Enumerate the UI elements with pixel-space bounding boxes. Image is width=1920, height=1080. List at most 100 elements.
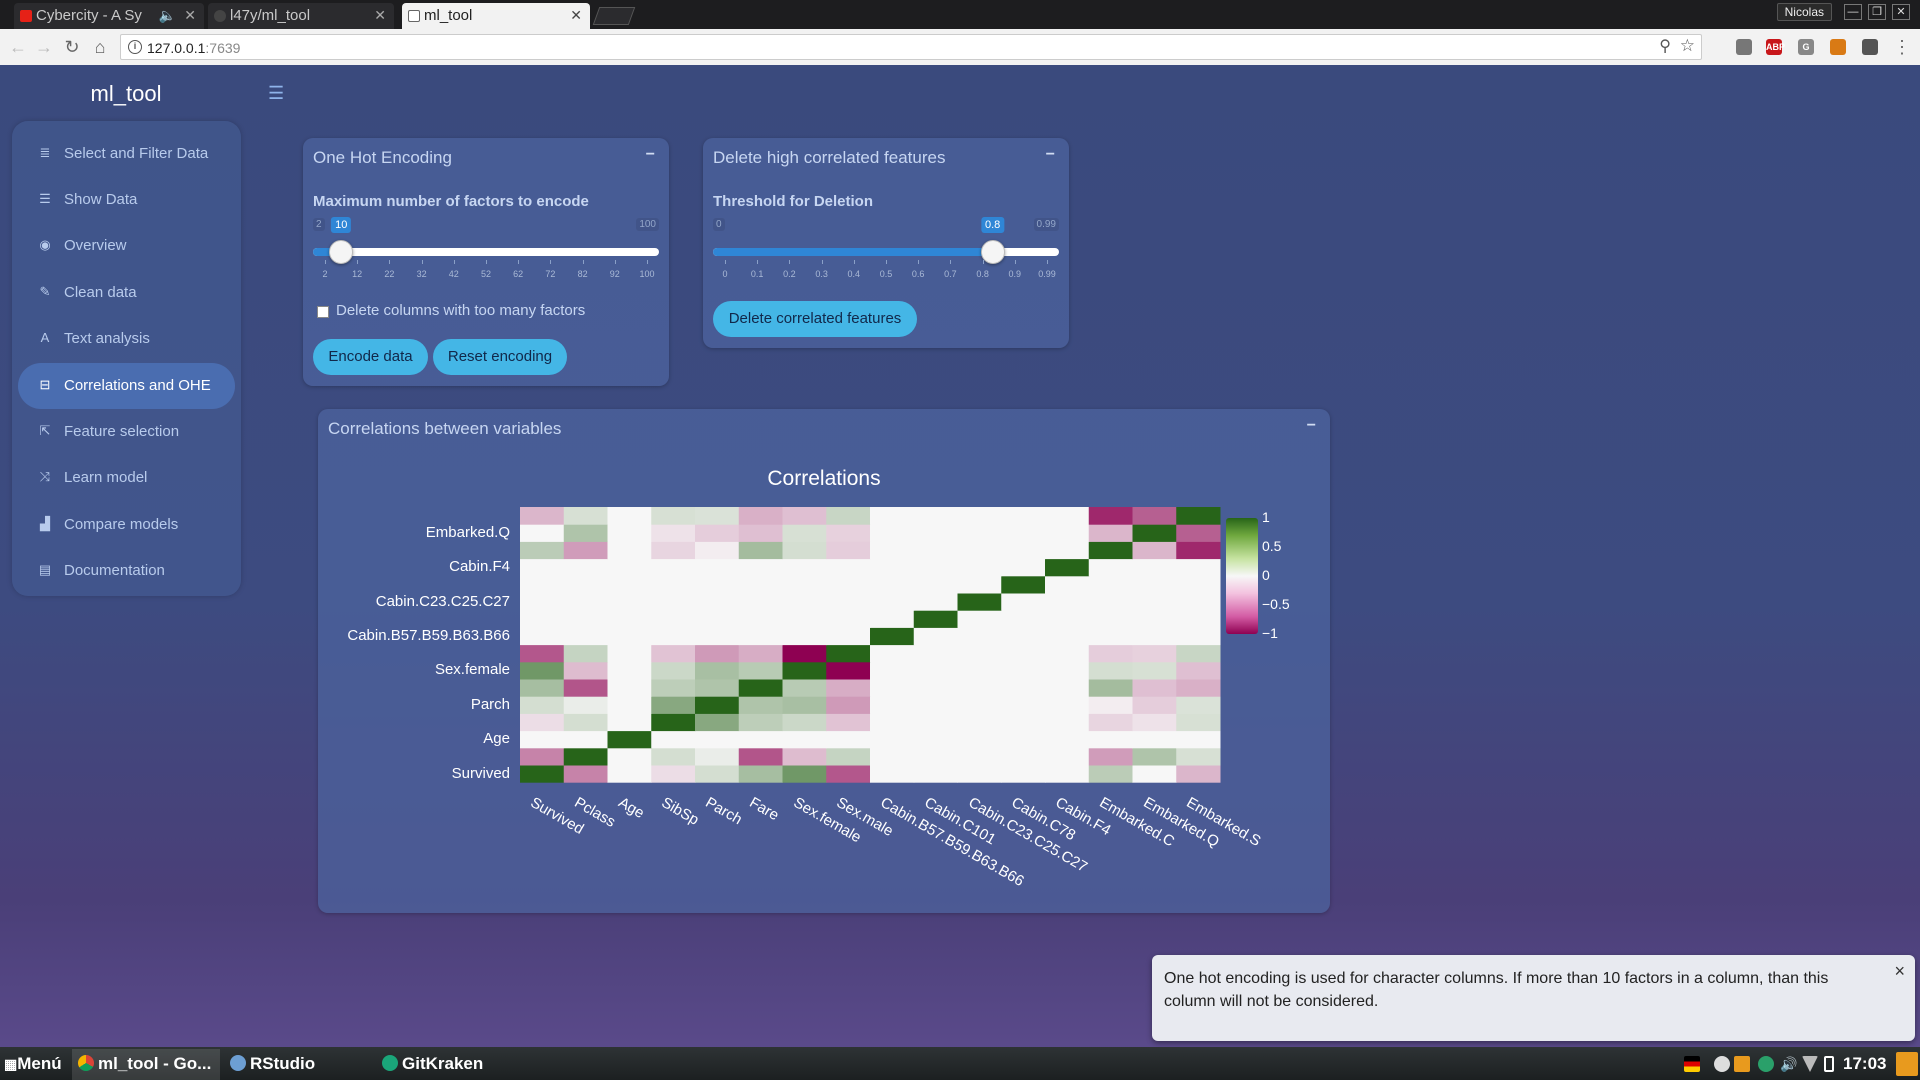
tab-youtube[interactable]: Cybercity - A Sy 🔈 ✕ [14,3,204,29]
heatmap-cell [738,558,783,577]
collapse-icon[interactable]: − [1046,146,1055,164]
heatmap-cell [1045,644,1090,663]
slider-handle[interactable] [329,240,354,264]
close-tab-icon[interactable]: ✕ [184,7,196,24]
y-tick-label: Parch [470,695,510,713]
heatmap-cell [870,524,915,542]
new-tab-button[interactable] [592,7,636,25]
keyboard-layout-flag-icon[interactable] [1684,1056,1700,1072]
sidebar-item-learn-model[interactable]: ⤨ Learn model [18,455,235,501]
slider-handle[interactable] [980,240,1005,264]
address-bar[interactable]: i 127.0.0.1:7639 ⚲ ☆ [120,34,1702,60]
heatmap-cell [695,730,740,749]
volume-icon[interactable]: 🔊 [1780,1056,1797,1072]
wifi-icon[interactable] [1802,1056,1818,1072]
heatmap-cell [1088,696,1133,714]
heatmap-cell [607,575,652,594]
extension-home-icon[interactable] [1862,39,1878,55]
heatmap-cell [782,627,827,646]
delete-correlated-panel: Delete high correlated features − Thresh… [703,138,1069,348]
heatmap-cell [607,524,652,542]
adblock-icon[interactable]: ABP [1766,39,1785,55]
sidebar-item-overview[interactable]: ◉ Overview [18,223,235,269]
browser-menu-icon[interactable]: ⋮ [1890,35,1914,59]
heatmap-cell [607,644,652,663]
heatmap-cell [957,747,1002,766]
extension-orange-icon[interactable] [1830,39,1846,55]
back-icon[interactable]: ← [6,35,30,59]
info-icon[interactable]: i [128,40,142,54]
slider-tick-label: 32 [416,269,427,279]
restore-button[interactable]: ❐ [1868,4,1886,20]
heatmap-cell [870,765,915,783]
tab-github[interactable]: l47y/ml_tool ✕ [208,3,394,29]
close-tab-icon[interactable]: ✕ [570,7,582,24]
heatmap-cell [1045,575,1090,594]
heatmap-cell [1045,679,1090,697]
heatmap-cell [1088,713,1133,732]
taskbar-chrome[interactable]: ml_tool - Go... [78,1054,211,1074]
heatmap-cell [957,644,1002,663]
rstudio-icon [230,1055,246,1071]
taskbar-gitkraken[interactable]: GitKraken [382,1054,483,1074]
heatmap-cell [563,644,608,663]
delete-correlated-button[interactable]: Delete correlated features [713,301,917,337]
heatmap-cell [870,730,915,749]
slider-tick-label: 0.7 [944,269,957,279]
panel-title: Delete high correlated features [713,148,946,167]
sidebar-item-documentation[interactable]: ▤ Documentation [18,548,235,594]
encode-data-button[interactable]: Encode data [313,339,428,375]
sidebar-toggle-icon[interactable]: ☰ [268,83,284,104]
heatmap-cell [563,679,608,697]
slider-tick-mark [789,260,791,264]
bluetooth-icon[interactable] [1758,1056,1774,1072]
heatmap-cell [1001,610,1046,628]
taskbar-rstudio[interactable]: RStudio [230,1054,315,1074]
heatmap-cell [651,696,696,714]
battery-icon[interactable] [1824,1056,1834,1072]
heatmap-cell [651,558,696,577]
menu-icon: ▦ [4,1056,18,1072]
sidebar-item-correlations-ohe[interactable]: ⊟ Correlations and OHE [18,363,235,409]
minimize-button[interactable]: — [1844,4,1862,20]
sidebar-item-clean-data[interactable]: ✎ Clean data [18,270,235,316]
threshold-slider[interactable] [713,240,1059,264]
slider-tick-label: 0.5 [879,269,893,279]
sidebar-item-text-analysis[interactable]: A Text analysis [18,316,235,362]
tab-ml-tool[interactable]: ml_tool ✕ [402,3,590,29]
delete-columns-checkbox[interactable] [317,306,329,318]
slider-max-label: 0.99 [1033,218,1059,231]
notifications-tray-icon[interactable] [1896,1052,1918,1076]
notification-text: One hot encoding is used for character c… [1164,970,1829,1010]
reload-icon[interactable]: ↻ [60,35,84,59]
factors-slider[interactable] [313,240,659,264]
heatmap-cell [957,558,1002,577]
sidebar-item-compare-models[interactable]: ▟ Compare models [18,502,235,548]
collapse-icon[interactable]: − [646,146,655,164]
heatmap-cell [1176,730,1221,749]
home-icon[interactable]: ⌂ [88,35,112,59]
shield-icon[interactable] [1734,1056,1750,1072]
heatmap-cell [738,627,783,646]
bookmark-star-icon[interactable]: ☆ [1680,36,1695,56]
heatmap-cell [651,679,696,697]
sidebar-item-feature-selection[interactable]: ⇱ Feature selection [18,409,235,455]
close-tab-icon[interactable]: ✕ [374,7,386,24]
grammarly-icon[interactable]: G [1798,39,1814,55]
sidebar-item-show-data[interactable]: ☰ Show Data [18,177,235,223]
reset-encoding-button[interactable]: Reset encoding [433,339,567,375]
window-close-button[interactable]: ✕ [1892,4,1910,20]
heatmap-cell [1088,558,1133,577]
sidebar-item-select-filter[interactable]: ≣ Select and Filter Data [18,131,235,177]
profile-button[interactable]: Nicolas [1776,3,1832,21]
user-icon[interactable] [1714,1056,1730,1072]
heatmap-cell [1001,661,1046,680]
heatmap-cell [520,713,565,732]
url-port: :7639 [205,40,241,56]
close-icon[interactable]: × [1894,961,1905,982]
extension-light-icon[interactable] [1736,39,1752,55]
forward-icon[interactable]: → [32,35,56,59]
app-brand[interactable]: ml_tool [64,81,188,107]
zoom-icon[interactable]: ⚲ [1659,36,1671,56]
taskbar-menu[interactable]: ▦Menú [4,1054,62,1074]
